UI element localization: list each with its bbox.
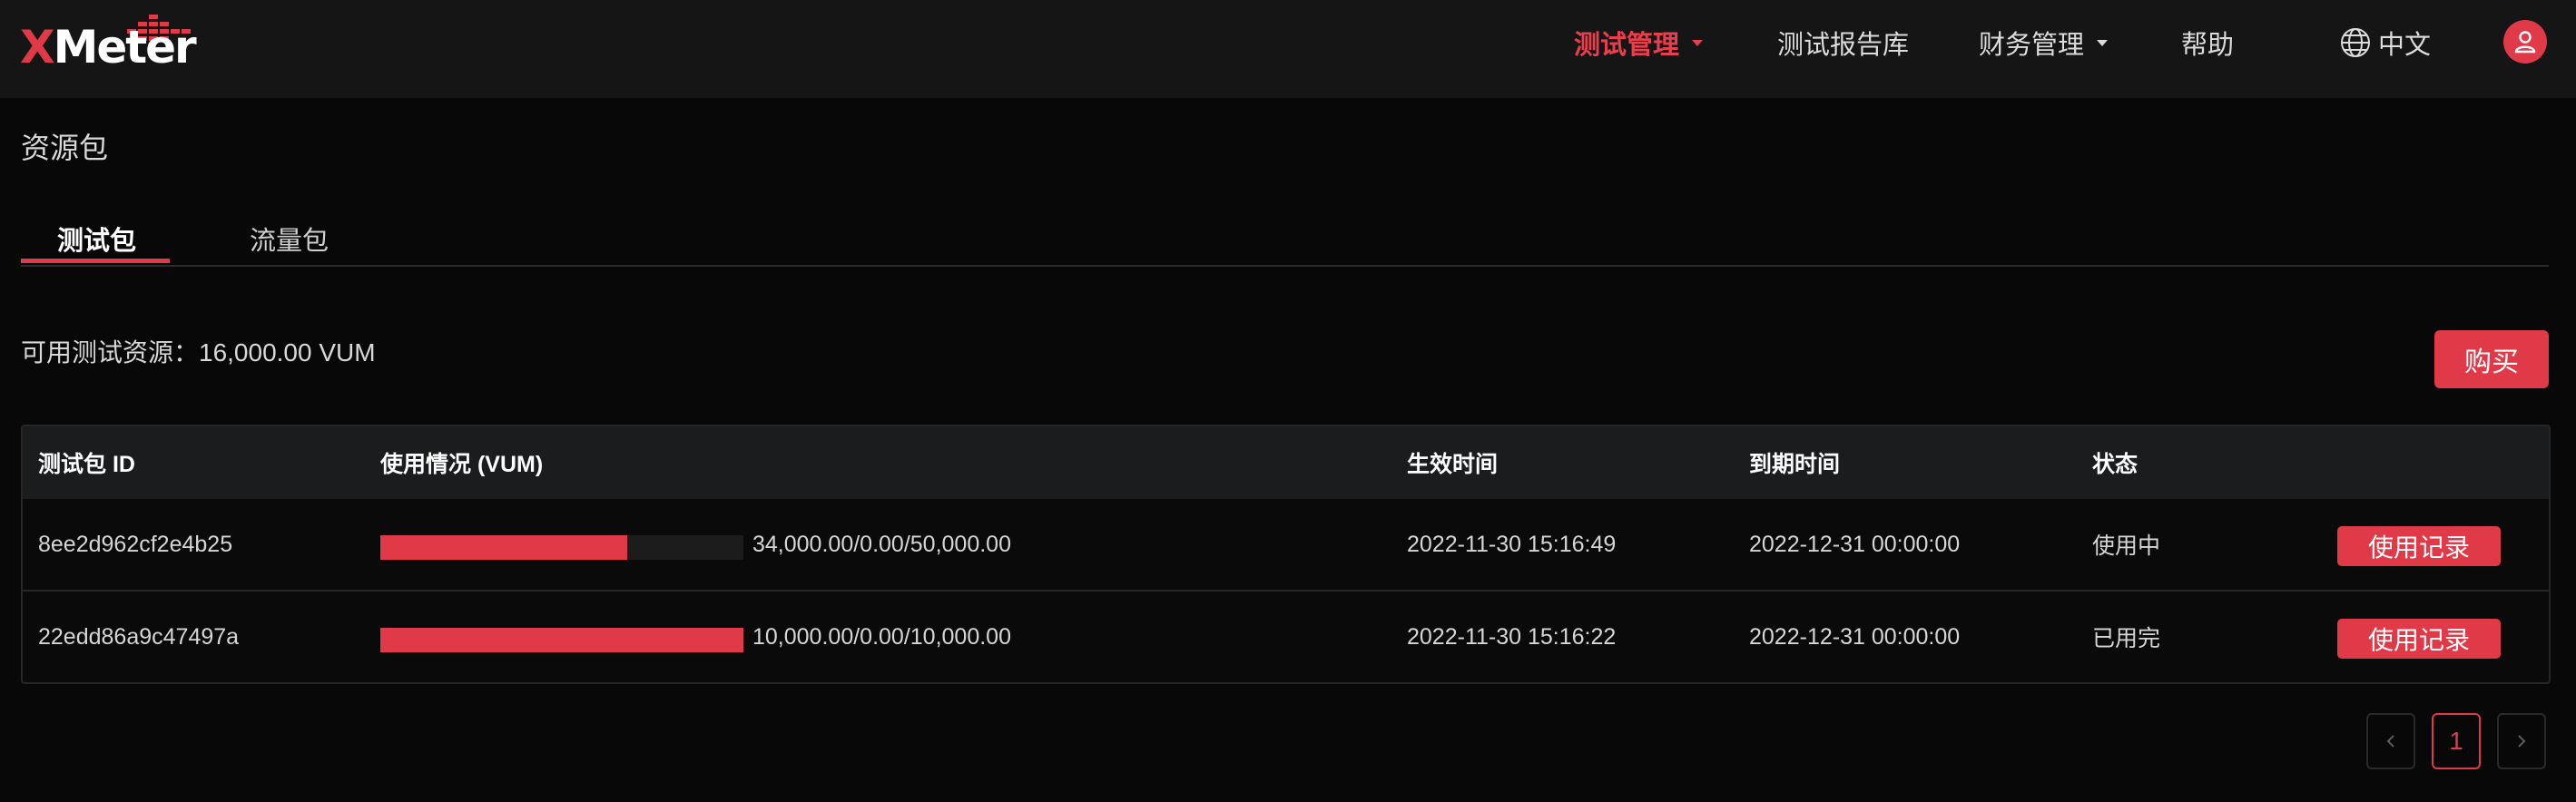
column-header-id: 测试包 ID — [38, 452, 135, 477]
nav-help-label: 帮助 — [2181, 31, 2235, 60]
language-label: 中文 — [2378, 31, 2432, 60]
usage-record-button[interactable]: 使用记录 — [2337, 526, 2501, 566]
nav-test-report-library[interactable]: 测试报告库 — [1777, 0, 1909, 85]
usage-progress-fill — [380, 535, 627, 560]
page-title: 资源包 — [21, 132, 109, 164]
nav-finance-management[interactable]: 财务管理 — [1979, 0, 2109, 85]
usage-progress-fill — [380, 628, 743, 652]
usage-value: 34,000.00/0.00/50,000.00 — [752, 531, 1011, 557]
available-resource-text: 可用测试资源：16,000.00 VUM — [21, 338, 376, 367]
start-time: 2022-11-30 15:16:49 — [1407, 531, 1617, 557]
logo-wordmark: XMeter — [20, 21, 197, 73]
caret-down-icon — [2097, 39, 2109, 46]
end-time: 2022-12-31 00:00:00 — [1749, 531, 1961, 557]
column-header-status: 状态 — [2092, 452, 2138, 477]
nav-test-management[interactable]: 测试管理 — [1574, 0, 1704, 85]
top-navbar: XMeter 测试管理 测试报告库 财务管理 帮助 中文 — [0, 0, 2576, 98]
package-id: 8ee2d962cf2e4b25 — [38, 531, 233, 557]
table-row: 8ee2d962cf2e4b25 34,000.00/0.00/50,000.0… — [23, 499, 2549, 592]
package-tabs: 测试包 流量包 — [21, 209, 2549, 267]
column-header-end-time: 到期时间 — [1749, 452, 1841, 477]
table-row: 22edd86a9c47497a 10,000.00/0.00/10,000.0… — [23, 592, 2549, 682]
user-avatar[interactable] — [2503, 20, 2547, 64]
chevron-left-icon — [2386, 735, 2394, 748]
globe-icon — [2341, 28, 2370, 57]
end-time: 2022-12-31 00:00:00 — [1749, 623, 1961, 650]
status-text: 已用完 — [2092, 626, 2161, 651]
usage-progress-bar — [380, 535, 743, 560]
caret-down-icon — [1692, 39, 1704, 46]
usage-progress-bar — [380, 628, 743, 652]
chevron-right-icon — [2518, 735, 2526, 748]
nav-finance-management-label: 财务管理 — [1979, 31, 2085, 60]
language-switcher[interactable]: 中文 — [2340, 0, 2431, 85]
nav-test-management-label: 测试管理 — [1574, 31, 1680, 60]
active-tab-indicator — [21, 259, 170, 263]
nav-test-report-library-label: 测试报告库 — [1777, 31, 1910, 60]
column-header-start-time: 生效时间 — [1407, 452, 1499, 477]
pagination-prev-button[interactable] — [2366, 713, 2415, 769]
package-id: 22edd86a9c47497a — [38, 623, 240, 650]
table-header: 测试包 ID 使用情况 (VUM) 生效时间 到期时间 状态 — [23, 426, 2549, 499]
pagination-page-button[interactable]: 1 — [2432, 713, 2481, 769]
nav-help[interactable]: 帮助 — [2181, 0, 2234, 85]
tab-test-package[interactable]: 测试包 — [57, 220, 136, 258]
resource-package-table: 测试包 ID 使用情况 (VUM) 生效时间 到期时间 状态 8ee2d962c… — [21, 425, 2551, 684]
start-time: 2022-11-30 15:16:22 — [1407, 623, 1617, 650]
pagination-next-button[interactable] — [2497, 713, 2546, 769]
buy-button[interactable]: 购买 — [2434, 330, 2549, 388]
usage-record-button[interactable]: 使用记录 — [2337, 619, 2501, 659]
column-header-usage: 使用情况 (VUM) — [380, 452, 544, 477]
status-text: 使用中 — [2092, 533, 2161, 559]
user-icon — [2514, 31, 2536, 54]
usage-value: 10,000.00/0.00/10,000.00 — [752, 623, 1011, 650]
tab-traffic-package[interactable]: 流量包 — [250, 220, 329, 258]
xmeter-logo[interactable]: XMeter — [20, 11, 197, 73]
